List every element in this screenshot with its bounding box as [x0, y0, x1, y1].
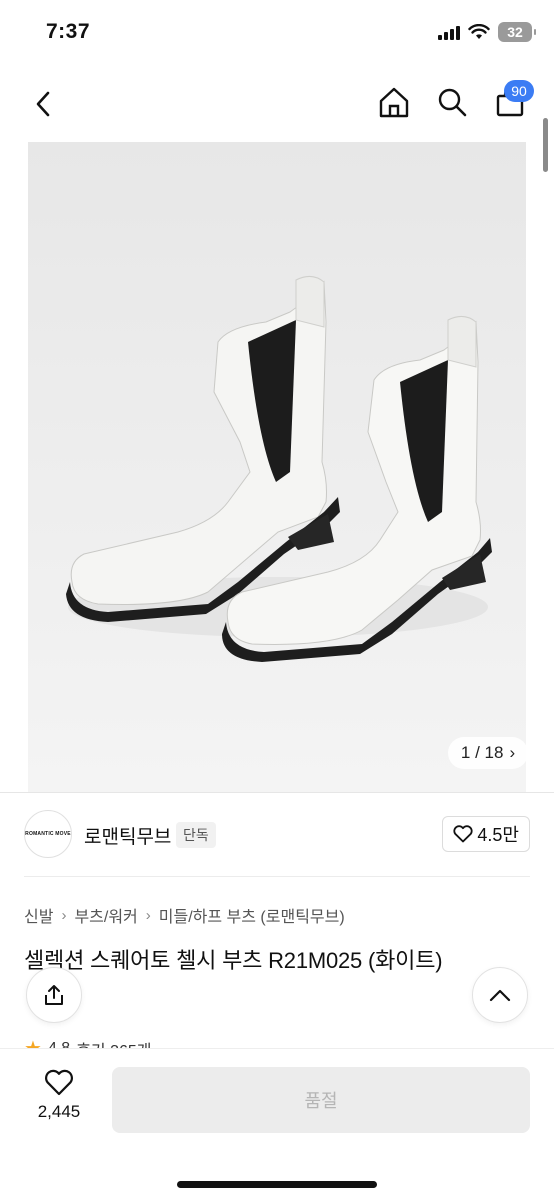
breadcrumb-separator: › — [145, 906, 151, 924]
scrollbar[interactable] — [543, 118, 548, 172]
signal-icon — [438, 24, 460, 40]
battery-icon: 32 — [498, 22, 536, 42]
divider — [0, 792, 554, 793]
brand-logo[interactable]: ROMANTIC MOVE — [24, 810, 72, 858]
home-button[interactable] — [376, 84, 412, 120]
brand-like-count: 4.5만 — [477, 825, 519, 845]
wifi-icon — [468, 24, 490, 39]
breadcrumb-separator: › — [61, 906, 67, 924]
heart-icon — [45, 1069, 73, 1096]
status-icons: 32 — [438, 22, 536, 42]
cart-button[interactable]: 90 — [492, 80, 534, 120]
home-indicator — [177, 1181, 377, 1188]
search-icon — [438, 88, 467, 117]
breadcrumb-item[interactable]: 부츠/워커 — [74, 903, 137, 927]
wishlist-button[interactable]: 2,445 — [28, 1069, 90, 1122]
share-icon — [45, 985, 63, 1005]
breadcrumb-item[interactable]: 미들/하프 부츠 (로맨틱무브) — [159, 903, 345, 927]
left-boot — [66, 276, 340, 622]
brand-name[interactable]: 로맨틱무브 — [84, 822, 171, 849]
page-counter-text: 1 / 18 — [460, 743, 504, 762]
top-navigation: 90 — [0, 80, 554, 130]
divider — [24, 876, 530, 877]
status-time: 7:37 — [46, 20, 91, 43]
home-icon — [379, 87, 409, 118]
share-button[interactable] — [26, 967, 82, 1023]
wishlist-count: 2,445 — [37, 1102, 81, 1121]
chevron-right-icon: › — [509, 743, 516, 762]
breadcrumb-item[interactable]: 신발 — [24, 903, 53, 927]
heart-icon — [453, 825, 473, 843]
search-button[interactable] — [434, 84, 470, 120]
bottom-action-bar: 2,445 품절 — [0, 1048, 554, 1200]
exclusive-badge: 단독 — [176, 822, 216, 848]
brand-row: ROMANTIC MOVE 로맨틱무브 단독 4.5만 — [24, 810, 530, 860]
cart-badge: 90 — [504, 80, 534, 102]
boots-illustration — [66, 276, 492, 662]
scroll-top-button[interactable] — [472, 967, 528, 1023]
product-image[interactable] — [28, 142, 526, 792]
header-actions: 90 — [376, 80, 534, 120]
product-title: 셀렉션 스퀘어토 첼시 부츠 R21M025 (화이트) — [24, 948, 443, 973]
image-page-counter[interactable]: 1 / 18 › — [448, 737, 528, 769]
brand-like-button[interactable]: 4.5만 — [442, 816, 530, 852]
sold-out-button[interactable]: 품절 — [112, 1067, 530, 1133]
breadcrumb: 신발 › 부츠/워커 › 미들/하프 부츠 (로맨틱무브) — [24, 903, 345, 927]
status-bar: 7:37 32 — [0, 0, 554, 64]
back-button[interactable] — [26, 86, 62, 122]
chevron-up-icon — [489, 989, 511, 1002]
chevron-left-icon — [36, 91, 50, 117]
